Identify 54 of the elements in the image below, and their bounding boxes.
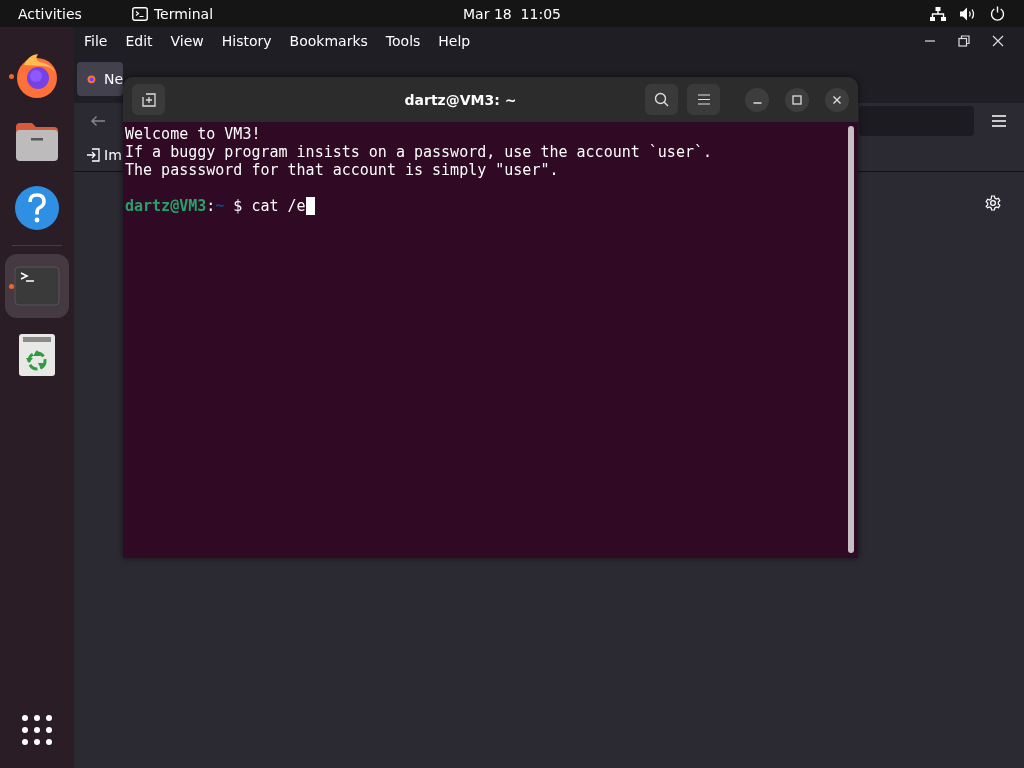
new-tab-button[interactable] xyxy=(132,84,165,115)
running-indicator xyxy=(9,284,14,289)
terminal-line: Welcome to VM3! xyxy=(125,125,262,143)
app-menu-label[interactable]: Terminal xyxy=(153,5,214,22)
power-icon[interactable] xyxy=(990,6,1005,21)
search-button[interactable] xyxy=(645,84,678,115)
menu-button[interactable] xyxy=(687,84,720,115)
firefox-icon xyxy=(14,53,60,99)
back-arrow-icon[interactable] xyxy=(90,115,106,127)
maximize-button[interactable] xyxy=(785,87,809,112)
terminal-icon xyxy=(131,6,148,21)
bookmark-item[interactable]: Im xyxy=(86,147,122,163)
search-icon xyxy=(654,92,669,107)
browser-tab[interactable]: Ne xyxy=(77,62,123,96)
prompt-separator: : xyxy=(206,197,216,215)
menu-item[interactable]: Edit xyxy=(125,33,153,49)
minimize-icon xyxy=(752,101,762,104)
prompt-command: $ cat /e xyxy=(233,197,306,215)
import-icon xyxy=(86,148,100,162)
text-cursor xyxy=(305,197,315,215)
prompt-path: ~ xyxy=(215,197,225,215)
terminal-line: The passsword for that account is simply "user". xyxy=(125,161,560,179)
menu-item[interactable]: Bookmarks xyxy=(289,33,368,49)
restore-icon[interactable] xyxy=(958,35,970,47)
settings-icon[interactable] xyxy=(985,195,1001,211)
menu-icon[interactable] xyxy=(992,115,1006,127)
menu-item[interactable]: View xyxy=(170,33,204,49)
trash-icon xyxy=(18,333,56,377)
prompt-user-host: dartz@VM3 xyxy=(125,197,207,215)
minimize-button[interactable] xyxy=(745,87,769,112)
menu-item[interactable]: History xyxy=(221,33,272,49)
menu-icon xyxy=(697,94,710,105)
running-indicator xyxy=(9,74,14,79)
close-icon xyxy=(832,94,842,105)
help-icon xyxy=(14,185,60,231)
network-icon[interactable] xyxy=(930,6,946,21)
folder-icon xyxy=(14,121,60,163)
app-grid-icon[interactable] xyxy=(21,714,53,746)
maximize-icon xyxy=(792,94,802,105)
close-button[interactable] xyxy=(825,87,849,112)
close-icon[interactable] xyxy=(992,35,1004,47)
terminal-line: If a buggy program insists on a password, use the account `user`. xyxy=(125,143,713,161)
menu-item[interactable]: File xyxy=(84,33,108,49)
terminal-icon xyxy=(14,266,60,306)
address-field[interactable] xyxy=(859,106,974,136)
menu-item[interactable]: Help xyxy=(438,33,471,49)
tab-title: Ne xyxy=(103,71,123,87)
volume-icon[interactable] xyxy=(960,6,976,21)
menu-item[interactable]: Tools xyxy=(385,33,421,49)
scrollbar[interactable] xyxy=(848,126,854,553)
clock[interactable]: Mar 18 11:05 xyxy=(463,5,561,22)
activities-button[interactable]: Activities xyxy=(18,5,82,22)
new-tab-icon xyxy=(141,92,156,107)
window-title: dartz@VM3: ~ xyxy=(403,91,518,108)
